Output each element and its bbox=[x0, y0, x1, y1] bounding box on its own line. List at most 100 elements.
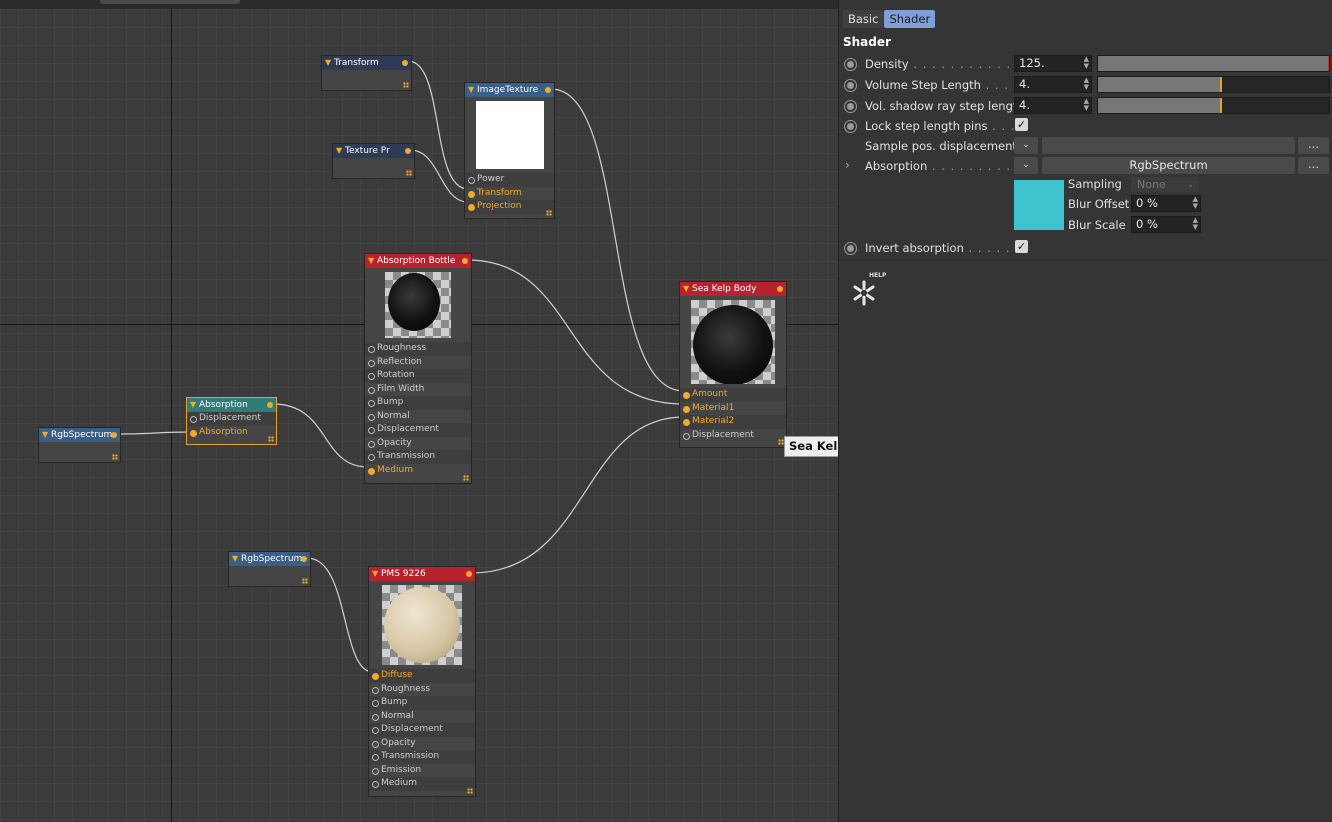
tab-basic[interactable]: Basic bbox=[843, 10, 884, 28]
pin-medium[interactable]: Medium bbox=[369, 777, 475, 791]
pin-transform[interactable]: Transform bbox=[465, 187, 554, 201]
node-editor-canvas[interactable]: ▼ Transform ▼ Texture Pr ▼ ImageTexture … bbox=[0, 9, 838, 822]
pin-normal[interactable]: Normal bbox=[365, 410, 471, 424]
output-pin[interactable] bbox=[405, 148, 411, 154]
pin-transmission[interactable]: Transmission bbox=[365, 450, 471, 464]
pin-material1[interactable]: Material1 bbox=[680, 402, 786, 416]
resize-grip-icon[interactable] bbox=[463, 475, 469, 481]
resize-grip-icon[interactable] bbox=[406, 170, 412, 176]
spinner-icon[interactable]: ▲ ▼ bbox=[1084, 56, 1089, 70]
output-pin[interactable] bbox=[466, 571, 472, 577]
collapse-triangle-icon[interactable]: ▼ bbox=[190, 398, 196, 412]
collapse-triangle-icon[interactable]: ▼ bbox=[232, 552, 238, 566]
pin-absorption[interactable]: Absorption bbox=[187, 426, 276, 440]
blur-offset-input[interactable]: 0 % ▲ ▼ bbox=[1131, 195, 1201, 212]
output-pin[interactable] bbox=[462, 258, 468, 264]
pin-bump[interactable]: Bump bbox=[369, 696, 475, 710]
resize-grip-icon[interactable] bbox=[112, 454, 118, 460]
node-header: ▼ Absorption Bottle bbox=[365, 254, 471, 268]
spinner-icon[interactable]: ▲ ▼ bbox=[1084, 98, 1089, 112]
vol-shadow-input[interactable]: 4. ▲ ▼ bbox=[1014, 97, 1092, 114]
collapse-triangle-icon[interactable]: ▼ bbox=[336, 144, 342, 158]
pin-opacity[interactable]: Opacity bbox=[369, 737, 475, 751]
pin-displacement[interactable]: Displacement bbox=[187, 412, 276, 426]
node-rgb-spectrum-1[interactable]: ▼ RgbSpectrum bbox=[38, 427, 121, 463]
node-texture-projection[interactable]: ▼ Texture Pr bbox=[332, 143, 415, 179]
collapse-triangle-icon[interactable]: ▼ bbox=[683, 282, 689, 296]
pin-projection[interactable]: Projection bbox=[465, 200, 554, 214]
density-slider[interactable] bbox=[1097, 55, 1330, 72]
pin-displacement[interactable]: Displacement bbox=[369, 723, 475, 737]
density-input[interactable]: 125. ▲ ▼ bbox=[1014, 55, 1092, 72]
tab-shader[interactable]: Shader bbox=[884, 10, 936, 28]
param-label: Vol. shadow ray step length bbox=[865, 99, 1025, 113]
vol-shadow-slider[interactable] bbox=[1097, 97, 1330, 114]
spinner-icon[interactable]: ▲ ▼ bbox=[1193, 217, 1198, 231]
pin-amount[interactable]: Amount bbox=[680, 388, 786, 402]
invert-absorption-checkbox[interactable]: ✓ bbox=[1015, 240, 1028, 253]
pin-medium[interactable]: Medium bbox=[365, 464, 471, 478]
pin-opacity[interactable]: Opacity bbox=[365, 437, 471, 451]
output-pin[interactable] bbox=[402, 60, 408, 66]
collapse-triangle-icon[interactable]: ▼ bbox=[368, 254, 374, 268]
absorption-more-button[interactable]: ... bbox=[1298, 157, 1329, 174]
pin-bump[interactable]: Bump bbox=[365, 396, 471, 410]
resize-grip-icon[interactable] bbox=[467, 788, 473, 794]
chevron-down-icon[interactable]: ⌄ bbox=[1014, 157, 1038, 174]
pin-rotation[interactable]: Rotation bbox=[365, 369, 471, 383]
node-absorption[interactable]: ▼ Absorption Displacement Absorption bbox=[186, 397, 277, 445]
collapse-triangle-icon[interactable]: ▼ bbox=[372, 567, 378, 581]
volume-step-input[interactable]: 4. ▲ ▼ bbox=[1014, 76, 1092, 93]
collapsed-tab[interactable] bbox=[100, 0, 240, 4]
node-transform[interactable]: ▼ Transform bbox=[321, 55, 412, 91]
pin-material2[interactable]: Material2 bbox=[680, 415, 786, 429]
pin-film-width[interactable]: Film Width bbox=[365, 383, 471, 397]
collapse-triangle-icon[interactable]: ▼ bbox=[468, 83, 474, 97]
lock-step-checkbox[interactable]: ✓ bbox=[1015, 118, 1028, 131]
pin-displacement[interactable]: Displacement bbox=[365, 423, 471, 437]
node-image-texture[interactable]: ▼ ImageTexture Power Transform Projectio… bbox=[464, 82, 555, 219]
resize-grip-icon[interactable] bbox=[302, 578, 308, 584]
node-absorption-bottle[interactable]: ▼ Absorption Bottle Roughness Reflection… bbox=[364, 253, 472, 484]
output-pin[interactable] bbox=[111, 432, 117, 438]
octane-help-button[interactable]: HELP bbox=[847, 272, 891, 308]
blur-scale-input[interactable]: 0 % ▲ ▼ bbox=[1131, 216, 1201, 233]
spinner-icon[interactable]: ▲ ▼ bbox=[1193, 196, 1198, 210]
chevron-down-icon[interactable]: ⌄ bbox=[1014, 137, 1038, 154]
sample-pos-link[interactable] bbox=[1042, 137, 1295, 154]
pin-reflection[interactable]: Reflection bbox=[365, 356, 471, 370]
spinner-icon[interactable]: ▲ ▼ bbox=[1084, 77, 1089, 91]
expand-chevron-icon[interactable]: › bbox=[845, 158, 850, 172]
output-pin[interactable] bbox=[301, 556, 307, 562]
output-pin[interactable] bbox=[545, 87, 551, 93]
node-pms-9226[interactable]: ▼ PMS 9226 Diffuse Roughness Bump Normal… bbox=[368, 566, 476, 797]
pin-emission[interactable]: Emission bbox=[369, 764, 475, 778]
animation-radio-icon[interactable] bbox=[844, 58, 857, 71]
animation-radio-icon[interactable] bbox=[844, 242, 857, 255]
pin-transmission[interactable]: Transmission bbox=[369, 750, 475, 764]
pin-power[interactable]: Power bbox=[465, 173, 554, 187]
collapse-triangle-icon[interactable]: ▼ bbox=[42, 428, 48, 442]
pin-normal[interactable]: Normal bbox=[369, 710, 475, 724]
node-sea-kelp-body[interactable]: ▼ Sea Kelp Body Amount Material1 Materia… bbox=[679, 281, 787, 448]
animation-radio-icon[interactable] bbox=[844, 100, 857, 113]
animation-radio-icon[interactable] bbox=[844, 79, 857, 92]
node-rgb-spectrum-2[interactable]: ▼ RgbSpectrum bbox=[228, 551, 311, 587]
absorption-color-swatch[interactable] bbox=[1014, 180, 1064, 230]
pin-diffuse[interactable]: Diffuse bbox=[369, 669, 475, 683]
sampling-select[interactable]: None ⌄ bbox=[1131, 177, 1199, 192]
pin-displacement[interactable]: Displacement bbox=[680, 429, 786, 443]
sampling-label: Sampling bbox=[1068, 177, 1122, 191]
output-pin[interactable] bbox=[267, 402, 273, 408]
sample-pos-more-button[interactable]: ... bbox=[1298, 137, 1329, 154]
collapse-triangle-icon[interactable]: ▼ bbox=[325, 56, 331, 70]
resize-grip-icon[interactable] bbox=[403, 82, 409, 88]
output-pin[interactable] bbox=[777, 286, 783, 292]
resize-grip-icon[interactable] bbox=[268, 436, 274, 442]
animation-radio-icon[interactable] bbox=[844, 120, 857, 133]
absorption-link[interactable]: RgbSpectrum bbox=[1042, 157, 1295, 174]
pin-roughness[interactable]: Roughness bbox=[369, 683, 475, 697]
resize-grip-icon[interactable] bbox=[546, 210, 552, 216]
volume-step-slider[interactable] bbox=[1097, 76, 1330, 93]
pin-roughness[interactable]: Roughness bbox=[365, 342, 471, 356]
